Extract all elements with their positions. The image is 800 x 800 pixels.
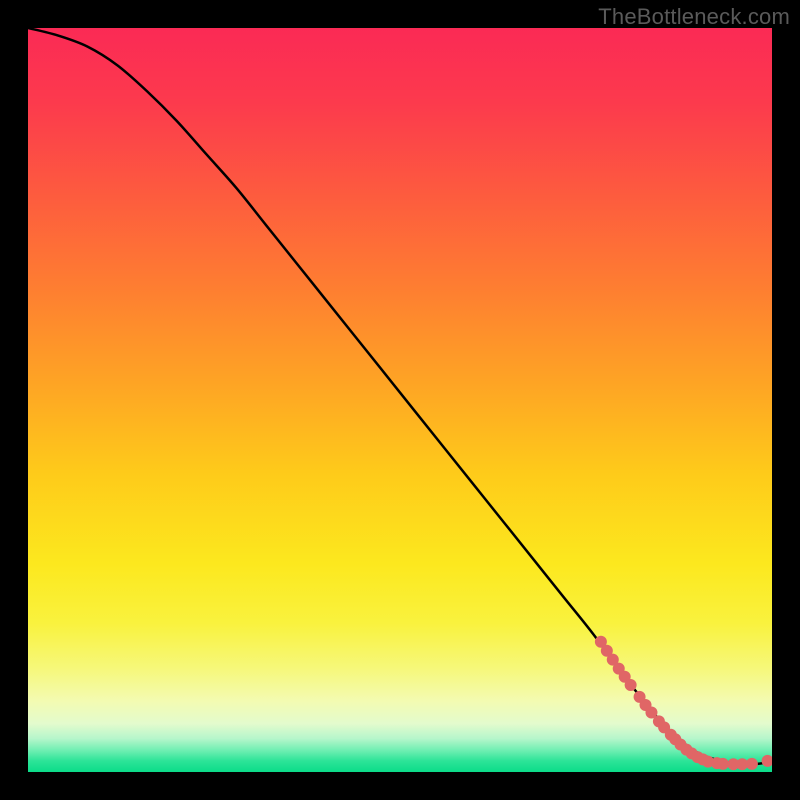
data-marker [625, 679, 637, 691]
plot-area [28, 28, 772, 772]
data-marker [717, 758, 729, 770]
watermark-text: TheBottleneck.com [598, 4, 790, 30]
chart-frame: TheBottleneck.com [0, 0, 800, 800]
gradient-background [28, 28, 772, 772]
data-marker [746, 758, 758, 770]
chart-svg [28, 28, 772, 772]
